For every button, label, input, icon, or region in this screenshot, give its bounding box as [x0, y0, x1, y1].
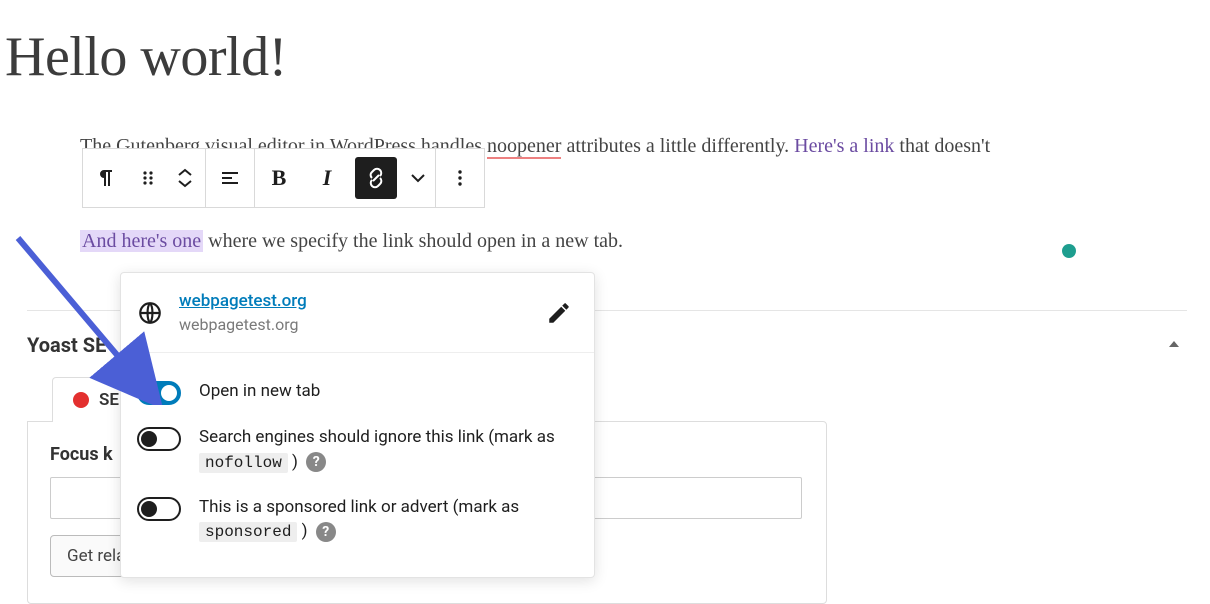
drag-icon — [136, 166, 160, 190]
sample-link-no-newtab[interactable]: Here's a link — [794, 135, 894, 157]
page-title[interactable]: Hello world! — [5, 25, 287, 89]
sponsored-label: This is a sponsored link or advert (mark… — [199, 495, 574, 545]
bold-button[interactable]: B — [255, 149, 303, 207]
chevron-down-icon — [406, 166, 430, 190]
open-in-new-tab-label: Open in new tab — [199, 379, 574, 404]
italic-button[interactable]: I — [303, 149, 351, 207]
move-up-down[interactable] — [165, 167, 205, 189]
text-noopener: noopener — [487, 135, 561, 159]
yoast-panel-title[interactable]: Yoast SE — [27, 333, 106, 357]
link-icon — [364, 166, 388, 190]
code-nofollow: nofollow — [199, 453, 288, 473]
kebab-icon — [448, 166, 472, 190]
yoast-collapse-button[interactable] — [1167, 336, 1181, 355]
link-url-display[interactable]: webpagetest.org — [179, 291, 307, 311]
collaboration-presence-dot — [1062, 244, 1076, 258]
chevron-down-icon — [177, 179, 193, 189]
text-fragment: where we specify the link should open in… — [203, 230, 623, 252]
nofollow-label: Search engines should ignore this link (… — [199, 425, 574, 475]
chevron-up-icon — [177, 167, 193, 177]
help-icon[interactable]: ? — [306, 452, 326, 472]
paragraph-block-2[interactable]: And here's one where we specify the link… — [80, 225, 1120, 257]
sample-link-newtab[interactable]: And here's one — [80, 230, 203, 252]
help-icon[interactable]: ? — [316, 522, 336, 542]
link-url-sub: webpagetest.org — [179, 315, 530, 334]
more-rich-text-button[interactable] — [401, 149, 435, 207]
status-dot-icon — [73, 392, 89, 408]
drag-handle[interactable] — [131, 149, 165, 207]
block-more-options-button[interactable] — [436, 149, 484, 207]
open-in-new-tab-toggle[interactable] — [137, 381, 181, 405]
link-button[interactable] — [355, 157, 397, 199]
block-toolbar: B I — [82, 148, 485, 208]
code-sponsored: sponsored — [199, 522, 297, 542]
align-left-icon — [218, 166, 242, 190]
align-button[interactable] — [206, 149, 254, 207]
link-settings-popover: webpagetest.org webpagetest.org Open in … — [120, 272, 595, 578]
nofollow-toggle[interactable] — [137, 427, 181, 451]
paragraph-type-button[interactable] — [83, 149, 131, 207]
globe-icon — [137, 300, 163, 326]
text-fragment: attributes a little differently. — [561, 135, 794, 157]
sponsored-toggle[interactable] — [137, 497, 181, 521]
pilcrow-icon — [95, 166, 119, 190]
text-fragment: that doesn't — [894, 135, 990, 157]
yoast-tab-label: SE — [99, 390, 119, 410]
edit-link-button[interactable] — [546, 300, 572, 326]
